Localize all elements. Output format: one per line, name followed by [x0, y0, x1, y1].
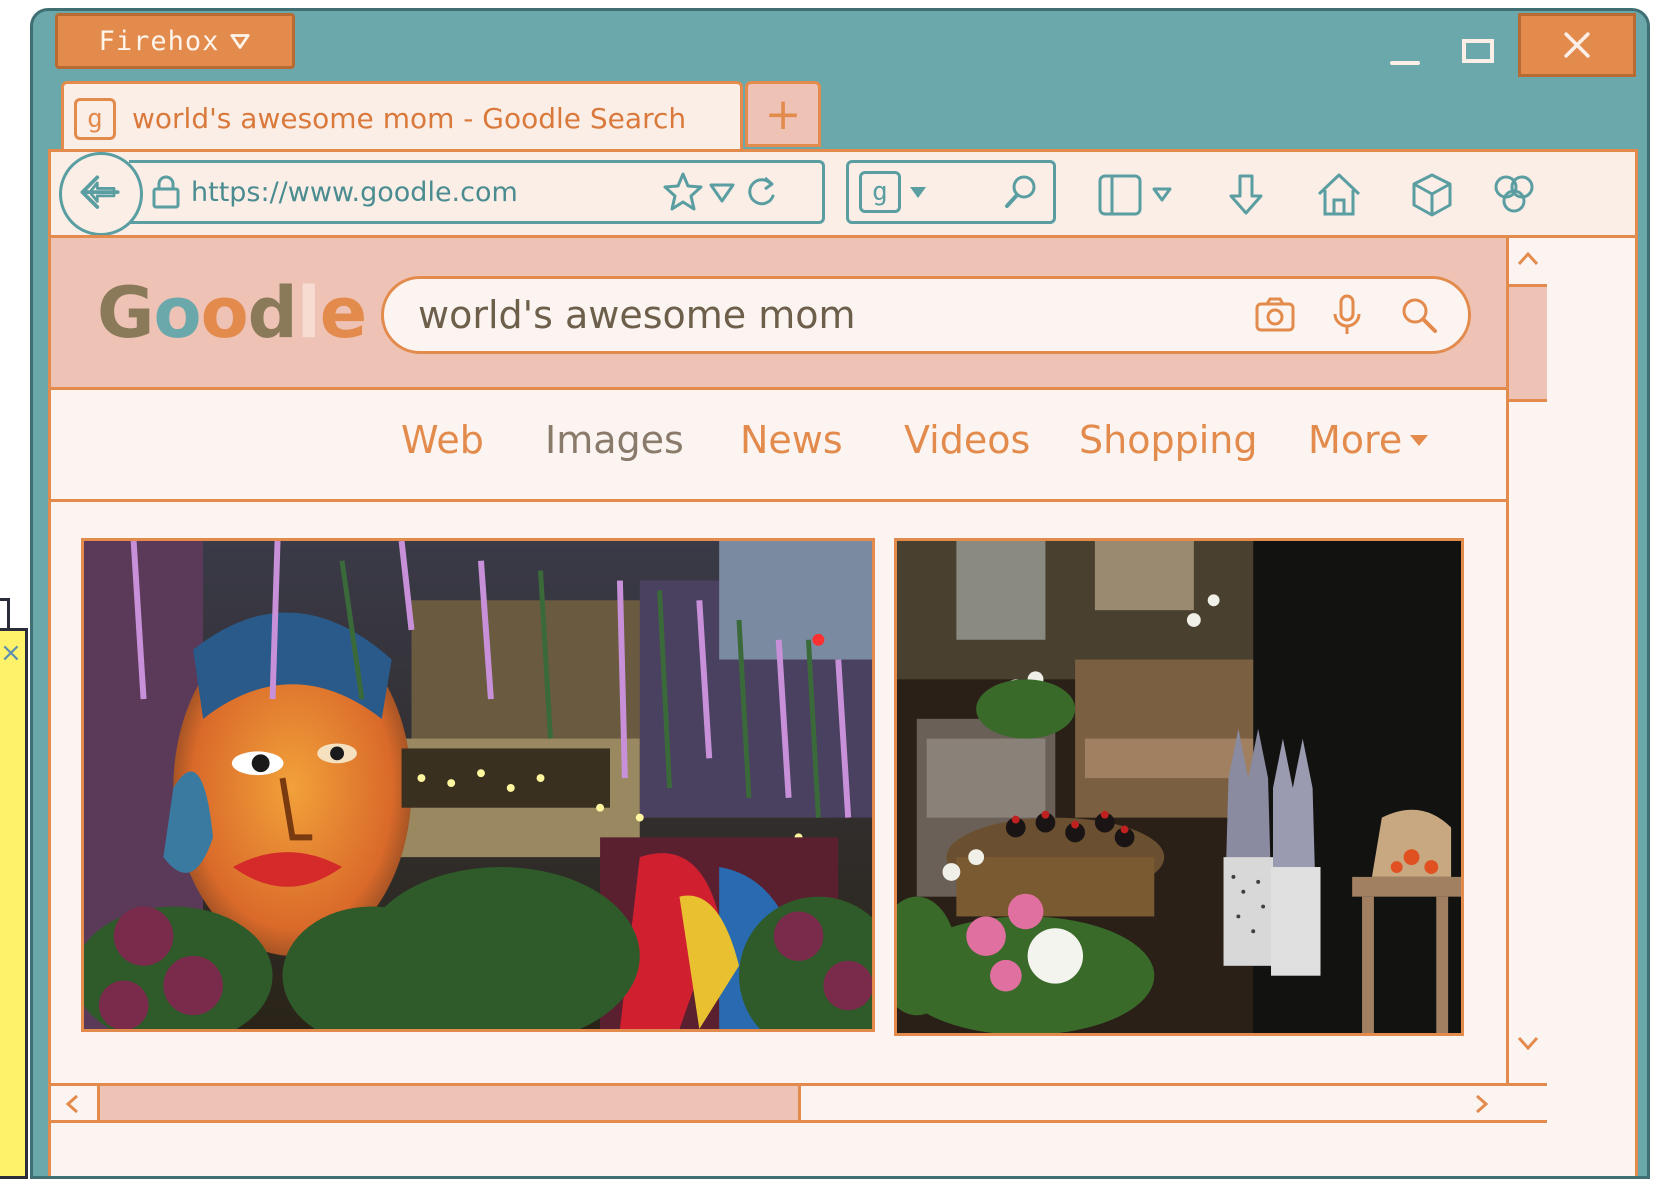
sidebar-toggle-button[interactable]: [1096, 170, 1176, 220]
back-button[interactable]: [59, 152, 143, 236]
search-header: Goodle world's awesome mom: [51, 238, 1506, 390]
home-button[interactable]: [1314, 170, 1364, 220]
tab-videos[interactable]: Videos: [904, 418, 1030, 462]
sidebar-icon: [1098, 174, 1172, 216]
page-content: Goodle world's awesome mom Web Images Ne…: [48, 235, 1638, 1176]
tab-active[interactable]: g world's awesome mom - Goodle Search: [61, 81, 743, 153]
flower-shop-photo: [897, 541, 1461, 1033]
tab-favicon-icon: g: [74, 97, 116, 140]
dropdown-icon[interactable]: [705, 170, 739, 214]
microphone-icon[interactable]: [1324, 292, 1370, 338]
lock-icon: [152, 175, 180, 209]
tab-more[interactable]: More: [1308, 418, 1430, 462]
minimize-icon: [1390, 61, 1420, 65]
new-tab-button[interactable]: +: [745, 81, 821, 147]
scroll-up-icon[interactable]: [1513, 244, 1543, 274]
home-icon: [1317, 173, 1361, 216]
tab-images[interactable]: Images: [545, 418, 684, 462]
browser-menu-button[interactable]: Firehox: [55, 13, 295, 69]
menu-button[interactable]: [1489, 170, 1539, 220]
flower-icon: [1494, 175, 1534, 213]
browser-window: Firehox g world's awesome mom - Goodle S…: [30, 8, 1650, 1179]
search-engine-dropdown-icon[interactable]: [907, 181, 929, 203]
close-button[interactable]: [1518, 13, 1636, 77]
mural-photo: [84, 541, 872, 1029]
search-input[interactable]: world's awesome mom: [381, 276, 1471, 354]
camera-icon[interactable]: [1252, 292, 1298, 338]
background-close-icon: ×: [0, 638, 22, 668]
search-icon[interactable]: [999, 170, 1043, 214]
reload-icon[interactable]: [739, 170, 783, 214]
extension-cube-icon: [1412, 173, 1452, 217]
minimize-button[interactable]: [1384, 31, 1428, 75]
tab-more-label: More: [1308, 418, 1403, 462]
horizontal-scroll-thumb[interactable]: [97, 1086, 801, 1120]
tab-shopping[interactable]: Shopping: [1079, 418, 1257, 462]
maximize-button[interactable]: [1458, 31, 1502, 75]
tab-web[interactable]: Web: [401, 418, 484, 462]
image-result-flower-shop[interactable]: [894, 538, 1464, 1036]
search-icon[interactable]: [1396, 292, 1442, 338]
browser-brand-label: Firehox: [98, 25, 220, 57]
navigation-toolbar: https://www.goodle.com g: [48, 149, 1638, 236]
star-icon[interactable]: [661, 170, 705, 214]
download-icon: [1229, 174, 1263, 215]
goodle-logo[interactable]: Goodle: [97, 272, 367, 354]
vertical-scroll-thumb[interactable]: [1509, 284, 1547, 402]
scroll-down-icon[interactable]: [1513, 1028, 1543, 1058]
back-arrow-icon: [80, 175, 120, 209]
maximize-icon: [1462, 39, 1494, 63]
scroll-right-icon[interactable]: [1467, 1090, 1495, 1118]
search-engine-favicon-icon: g: [859, 171, 901, 213]
search-engine-box[interactable]: g: [846, 160, 1056, 224]
chevron-down-icon: [230, 34, 251, 49]
scroll-left-icon[interactable]: [59, 1090, 87, 1118]
extensions-button[interactable]: [1407, 170, 1457, 220]
download-button[interactable]: [1221, 170, 1271, 220]
chevron-down-icon: [1410, 435, 1429, 446]
horizontal-scrollbar[interactable]: [51, 1083, 1547, 1123]
background-window-edge: [0, 628, 28, 1179]
tab-news[interactable]: News: [740, 418, 843, 462]
close-icon: [1564, 32, 1590, 58]
url-text: https://www.goodle.com: [191, 176, 518, 208]
address-bar[interactable]: https://www.goodle.com: [129, 160, 825, 224]
vertical-scrollbar[interactable]: [1506, 238, 1547, 1083]
tab-title: world's awesome mom - Goodle Search: [132, 102, 687, 135]
image-result-mural[interactable]: [81, 538, 875, 1032]
search-query-text: world's awesome mom: [418, 293, 856, 337]
search-category-nav: Web Images News Videos Shopping More: [51, 390, 1506, 502]
